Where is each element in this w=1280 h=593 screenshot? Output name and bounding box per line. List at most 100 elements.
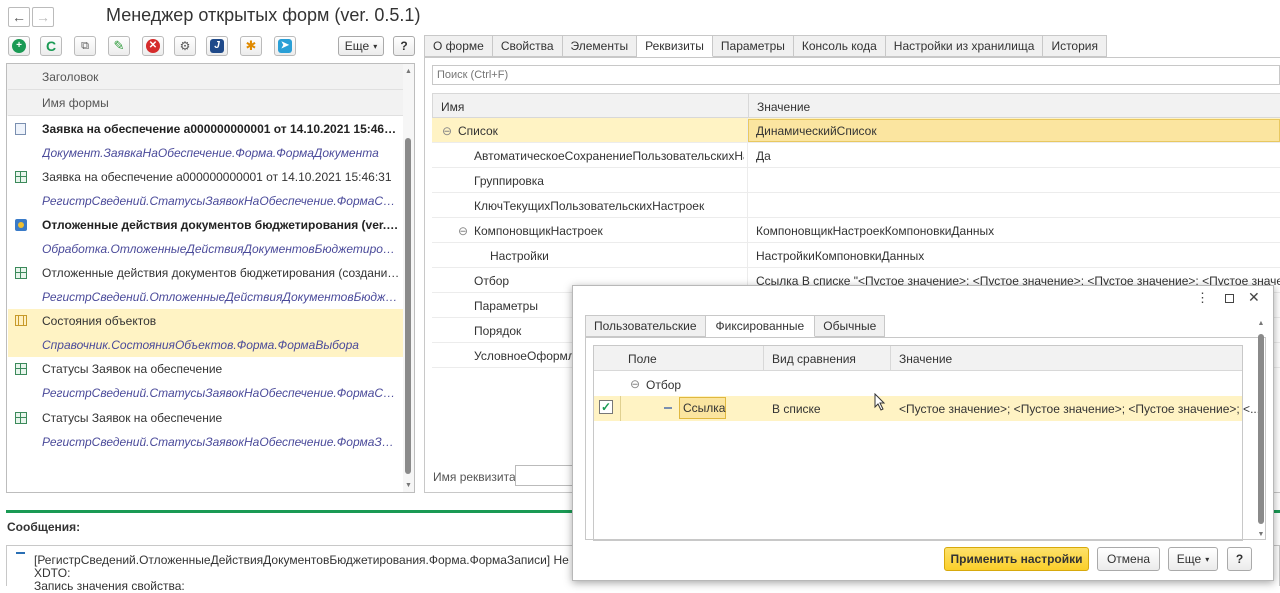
window-title: Менеджер открытых форм (ver. 0.5.1) <box>106 5 421 25</box>
chevron-down-icon: ▾ <box>373 41 378 51</box>
copy-icon: ⧉ <box>81 39 89 52</box>
tab-user-settings[interactable]: Пользовательские <box>585 315 706 337</box>
scroll-down-icon: ▼ <box>1257 531 1265 538</box>
chevron-down-icon: ▾ <box>1205 554 1210 564</box>
props-col-name[interactable]: Имя <box>441 100 464 114</box>
messages-title: Сообщения: <box>7 520 81 534</box>
scroll-up-icon: ▲ <box>405 68 412 75</box>
settings-icon: ⚙ <box>179 39 191 53</box>
list-scrollbar-thumb[interactable] <box>405 138 411 474</box>
list-item[interactable]: Заявка на обеспечение а000000000001 от 1… <box>8 165 403 189</box>
bee-button[interactable]: ✱ <box>240 36 262 56</box>
scroll-up-icon: ▲ <box>1257 320 1265 327</box>
dialog-maximize-icon[interactable] <box>1225 294 1234 303</box>
tab-code-console[interactable]: Консоль кода <box>793 35 886 57</box>
list-item-form[interactable]: Справочник.СостоянияОбъектов.Форма.Форма… <box>8 333 403 357</box>
filter-col-field[interactable]: Поле <box>628 352 657 366</box>
list-item[interactable]: Отложенные действия документов бюджетиро… <box>8 213 403 237</box>
forward-button[interactable]: → <box>32 7 54 27</box>
tab-regular-settings[interactable]: Обычные <box>815 315 886 337</box>
tab-properties[interactable]: Свойства <box>492 35 563 57</box>
arrow-left-icon: ← <box>12 9 26 25</box>
tab-elements[interactable]: Элементы <box>562 35 638 57</box>
search-input[interactable] <box>432 65 1280 85</box>
apply-settings-button[interactable]: Применить настройки <box>944 547 1089 571</box>
collapse-icon[interactable]: ⊖ <box>458 224 468 238</box>
telegram-icon: ➤ <box>278 39 292 53</box>
more-button[interactable]: Еще ▾ <box>338 36 384 56</box>
prop-row[interactable]: ⊖ Список ДинамическийСписок <box>432 118 1280 143</box>
list-item-form[interactable]: РегистрСведений.СтатусыЗаявокНаОбеспечен… <box>8 189 403 213</box>
column-header-title[interactable]: Заголовок <box>8 64 403 90</box>
tab-storage-settings[interactable]: Настройки из хранилища <box>885 35 1044 57</box>
tab-about-form[interactable]: О форме <box>424 35 493 57</box>
list-item-form[interactable]: РегистрСведений.ОтложенныеДействияДокуме… <box>8 285 403 309</box>
list-item[interactable]: Состояния объектов <box>8 309 403 333</box>
catalog-icon <box>15 315 27 326</box>
info-icon: J <box>210 39 224 53</box>
bee-icon: ✱ <box>245 38 257 53</box>
tab-history[interactable]: История <box>1043 35 1107 57</box>
list-item-form[interactable]: Обработка.ОтложенныеДействияДокументовБю… <box>8 237 403 261</box>
dialog-scrollbar-thumb[interactable] <box>1258 334 1264 524</box>
filter-grid-header: Поле Вид сравнения Значение <box>594 346 1242 371</box>
tab-parameters[interactable]: Параметры <box>712 35 794 57</box>
prop-row[interactable]: КлючТекущихПользовательскихНастроек <box>432 193 1280 218</box>
tab-fixed-settings[interactable]: Фиксированные <box>705 315 816 337</box>
attr-name-label: Имя реквизита: <box>433 470 519 484</box>
filter-field-cell[interactable]: Ссылка <box>679 397 726 419</box>
delete-button[interactable]: ✕ <box>142 36 164 56</box>
prop-row[interactable]: Группировка <box>432 168 1280 193</box>
dialog-more-button[interactable]: Еще ▾ <box>1168 547 1218 571</box>
processing-icon <box>15 219 27 231</box>
collapse-icon[interactable]: ⊖ <box>630 377 640 391</box>
refresh-button[interactable]: C <box>40 36 62 56</box>
list-item-form[interactable]: РегистрСведений.СтатусыЗаявокНаОбеспечен… <box>8 381 403 405</box>
add-icon: + <box>12 39 26 53</box>
edit-button[interactable]: ✎ <box>108 36 130 56</box>
dialog-help-button[interactable]: ? <box>1227 547 1252 571</box>
dialog-tabs: Пользовательские Фиксированные Обычные <box>585 315 886 337</box>
filter-item-row[interactable]: ✓ Ссылка В списке <Пустое значение>; <Пу… <box>594 396 1260 421</box>
list-item-form[interactable]: Документ.ЗаявкаНаОбеспечение.Форма.Форма… <box>8 141 403 165</box>
help-button[interactable]: ? <box>393 36 415 56</box>
attr-name-field[interactable] <box>515 465 577 486</box>
dialog-scrollbar[interactable]: ▲ ▼ <box>1256 320 1266 538</box>
register-icon <box>15 171 27 183</box>
back-button[interactable]: ← <box>8 7 30 27</box>
filter-checkbox[interactable]: ✓ <box>599 400 613 414</box>
main-tabs: О форме Свойства Элементы Реквизиты Пара… <box>424 35 1107 57</box>
copy-button[interactable]: ⧉ <box>74 36 96 56</box>
edit-icon: ✎ <box>113 38 125 53</box>
filter-col-comparison[interactable]: Вид сравнения <box>772 352 856 366</box>
list-scrollbar[interactable]: ▲ ▼ <box>403 64 414 492</box>
delete-icon: ✕ <box>146 39 160 53</box>
scroll-down-icon: ▼ <box>405 482 412 489</box>
prop-row[interactable]: ⊖ КомпоновщикНастроек КомпоновщикНастрое… <box>432 218 1280 243</box>
filter-group-row[interactable]: ⊖ Отбор <box>594 372 1242 396</box>
dialog-menu-icon[interactable]: ⋮ <box>1196 290 1209 306</box>
collapse-icon[interactable]: ⊖ <box>442 124 452 138</box>
list-item[interactable]: Заявка на обеспечение а000000000001 от 1… <box>8 117 403 141</box>
cancel-button[interactable]: Отмена <box>1097 547 1160 571</box>
filter-col-value[interactable]: Значение <box>899 352 952 366</box>
register-icon <box>15 412 27 424</box>
info-button[interactable]: J <box>206 36 228 56</box>
dialog-close-icon[interactable]: ✕ <box>1248 289 1260 306</box>
column-header-form[interactable]: Имя формы <box>8 90 403 116</box>
list-item[interactable]: Статусы Заявок на обеспечение <box>8 357 403 381</box>
message-line: XDTO: <box>34 566 71 580</box>
list-item[interactable]: Статусы Заявок на обеспечение <box>8 406 403 430</box>
message-line: Запись значения свойства: <box>34 579 185 593</box>
arrow-right-icon: → <box>36 9 50 25</box>
add-button[interactable]: + <box>8 36 30 56</box>
list-item[interactable]: Отложенные действия документов бюджетиро… <box>8 261 403 285</box>
message-line[interactable]: [РегистрСведений.ОтложенныеДействияДокум… <box>34 553 617 567</box>
telegram-button[interactable]: ➤ <box>274 36 296 56</box>
prop-row[interactable]: Настройки НастройкиКомпоновкиДанных <box>432 243 1280 268</box>
list-item-form[interactable]: РегистрСведений.СтатусыЗаявокНаОбеспечен… <box>8 430 403 454</box>
props-col-value[interactable]: Значение <box>757 100 810 114</box>
prop-row[interactable]: АвтоматическоеСохранениеПользовательских… <box>432 143 1280 168</box>
tab-attributes[interactable]: Реквизиты <box>637 35 713 57</box>
settings-button[interactable]: ⚙ <box>174 36 196 56</box>
